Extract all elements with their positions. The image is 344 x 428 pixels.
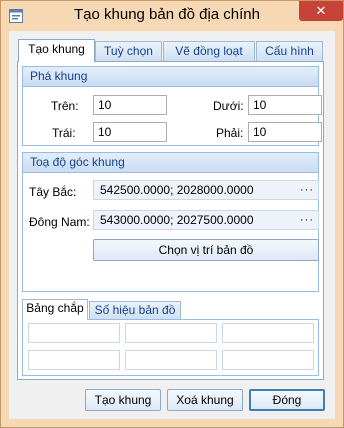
tab-label: Tạo khung [28,42,85,56]
ellipsis-icon[interactable]: ··· [300,211,314,229]
input-duoi[interactable]: 10 [248,95,322,115]
group-pha-khung: Phá khung Trên: 10 Dưới: 10 Trái: 10 Phả… [22,66,322,146]
bang-chap-cell[interactable] [222,323,314,343]
tay-bac-value: 542500.0000; 2028000.0000 [100,183,254,197]
ellipsis-icon[interactable]: ··· [300,181,314,199]
tab-so-hieu-ban-do[interactable]: Số hiệu bản đồ [89,301,181,319]
field-tay-bac[interactable]: 542500.0000; 2028000.0000 ··· [93,180,319,200]
chon-vi-tri-ban-do-button[interactable]: Chọn vị trí bản đồ [93,239,319,261]
xoa-khung-button[interactable]: Xoá khung [167,389,243,411]
tab-label: Tuỳ chọn [104,44,153,58]
tab-tao-khung[interactable]: Tạo khung [18,39,95,62]
close-button[interactable]: ✕ [299,1,343,21]
label-duoi: Dưới: [213,99,244,113]
tao-khung-button[interactable]: Tạo khung [85,389,161,411]
bang-chap-cell[interactable] [125,323,217,343]
dong-nam-value: 543000.0000; 2027500.0000 [100,213,254,227]
label-dong-nam: Đông Nam: [29,215,90,229]
label-tren: Trên: [51,99,79,113]
tab-ve-dong-loat[interactable]: Vẽ đồng loạt [163,41,255,61]
close-icon: ✕ [315,3,327,18]
group-toa-do-goc-khung: Toạ độ góc khung Tây Bắc: 542500.0000; 2… [22,152,319,292]
tab-tuy-chon[interactable]: Tuỳ chọn [95,41,162,61]
tab-label: Bảng chắp [26,301,84,315]
bang-chap-cell[interactable] [125,350,217,370]
bang-chap-cell[interactable] [222,350,314,370]
dialog-window: Tạo khung bản đồ địa chính ✕ Tạo khung T… [0,0,344,428]
window-title: Tạo khung bản đồ địa chính [74,6,260,23]
group-header-toa-do: Toạ độ góc khung [23,153,318,173]
tab-label: Vẽ đồng loạt [175,44,243,58]
bang-chap-panel [22,319,319,376]
input-phai[interactable]: 10 [248,122,322,142]
dong-button[interactable]: Đóng [249,389,325,411]
label-trai: Trái: [52,126,76,140]
dialog-client-area: Tạo khung Tuỳ chọn Vẽ đồng loạt Cấu hình… [9,31,335,419]
tab-label: Cấu hình [265,44,314,58]
field-dong-nam[interactable]: 543000.0000; 2027500.0000 ··· [93,210,319,230]
bang-chap-cell[interactable] [28,350,120,370]
input-tren[interactable]: 10 [93,95,167,115]
form-window-icon [9,9,23,23]
label-tay-bac: Tây Bắc: [29,185,77,199]
group-header-pha-khung: Phá khung [23,67,318,87]
label-phai: Phải: [216,126,244,140]
tab-panel-tao-khung: Phá khung Trên: 10 Dưới: 10 Trái: 10 Phả… [17,61,324,380]
input-trai[interactable]: 10 [93,122,167,142]
tab-cau-hinh[interactable]: Cấu hình [256,41,323,61]
title-bar[interactable]: Tạo khung bản đồ địa chính ✕ [1,1,343,31]
bang-chap-cell[interactable] [28,323,120,343]
tab-label: Số hiệu bản đồ [94,303,176,317]
tab-bang-chap[interactable]: Bảng chắp [22,299,88,320]
